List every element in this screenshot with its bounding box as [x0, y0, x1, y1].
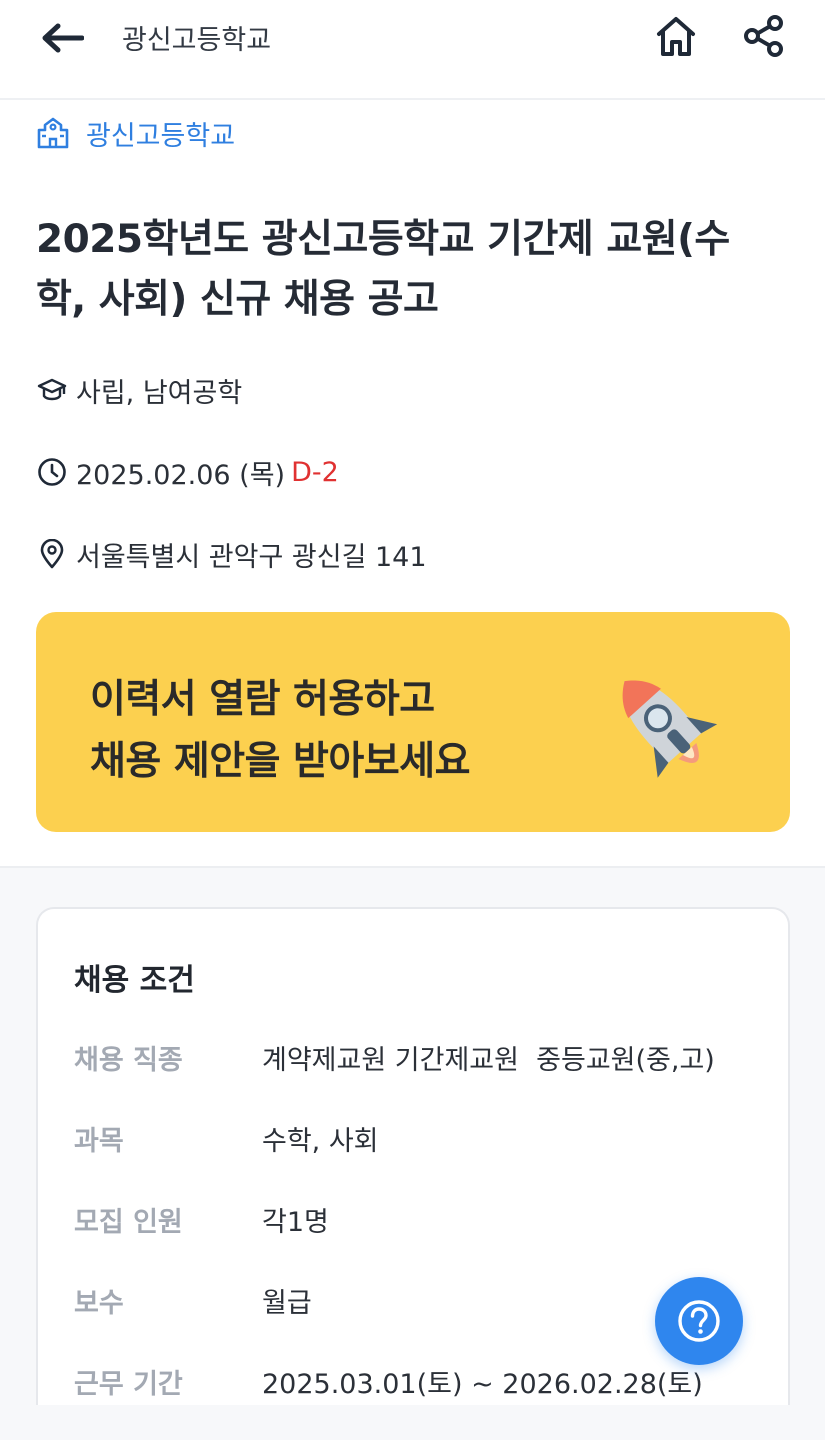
help-button[interactable]: [655, 1277, 743, 1365]
banner-line1: 이력서 열람 허용하고: [90, 677, 435, 722]
post-title: 2025학년도 광신고등학교 기간제 교원(수 학, 사회) 신규 채용 공고: [36, 210, 796, 330]
condition-row-headcount: 모집 인원 각1명: [74, 1199, 774, 1239]
page-title: 광신고등학교: [122, 25, 272, 56]
clock-icon: [36, 456, 68, 488]
condition-value: 2025.03.01(토) ~ 2026.02.28(토): [262, 1368, 703, 1400]
graduation-cap-icon: [36, 374, 68, 406]
home-button[interactable]: [650, 10, 702, 62]
condition-label: 근무 기간: [74, 1368, 183, 1400]
bottom-safe-area: [0, 1405, 825, 1440]
condition-value: 각1명: [262, 1206, 329, 1238]
school-type-row: 사립, 남여공학: [36, 370, 242, 410]
rocket-icon: [622, 680, 718, 778]
address-row: 서울특별시 관악구 광신길 141: [36, 534, 427, 574]
condition-row-job-type: 채용 직종 계약제교원 기간제교원 중등교원(중,고): [74, 1037, 774, 1077]
condition-value: 수학, 사회: [262, 1125, 379, 1157]
school-link-label: 광신고등학교: [86, 120, 236, 152]
condition-label: 과목: [74, 1125, 124, 1157]
deadline-date: 2025.02.06 (목): [76, 459, 286, 491]
school-type: 사립, 남여공학: [76, 377, 243, 409]
post-title-line1: 2025학년도 광신고등학교 기간제 교원(수: [36, 217, 730, 262]
resume-offer-banner[interactable]: 이력서 열람 허용하고 채용 제안을 받아보세요: [36, 612, 790, 832]
condition-label: 모집 인원: [74, 1206, 183, 1238]
condition-label: 채용 직종: [74, 1044, 183, 1076]
home-icon: [657, 17, 695, 56]
location-pin-icon: [36, 538, 68, 570]
condition-value: 월급: [262, 1287, 312, 1319]
top-app-bar: 광신고등학교: [0, 0, 825, 100]
condition-row-period: 근무 기간 2025.03.01(토) ~ 2026.02.28(토): [74, 1361, 774, 1401]
school-building-icon: [37, 117, 69, 149]
deadline-row: 2025.02.06 (목) D-2: [36, 452, 339, 492]
condition-row-subject: 과목 수학, 사회: [74, 1118, 774, 1158]
post-title-line2: 학, 사회) 신규 채용 공고: [36, 277, 439, 322]
conditions-title: 채용 조건: [74, 963, 195, 998]
condition-value: 계약제교원 기간제교원 중등교원(중,고): [262, 1044, 715, 1076]
conditions-card: 채용 조건 채용 직종 계약제교원 기간제교원 중등교원(중,고) 과목 수학,…: [36, 907, 790, 1440]
question-circle-icon: [678, 1300, 720, 1342]
share-icon: [744, 15, 783, 57]
school-link[interactable]: 광신고등학교: [36, 112, 235, 154]
banner-line2: 채용 제안을 받아보세요: [90, 739, 470, 784]
address: 서울특별시 관악구 광신길 141: [76, 541, 427, 573]
dday-badge: D-2: [291, 456, 339, 488]
share-button[interactable]: [738, 10, 790, 62]
arrow-left-icon: [42, 23, 84, 53]
back-button[interactable]: [36, 16, 88, 60]
condition-label: 보수: [74, 1287, 124, 1319]
